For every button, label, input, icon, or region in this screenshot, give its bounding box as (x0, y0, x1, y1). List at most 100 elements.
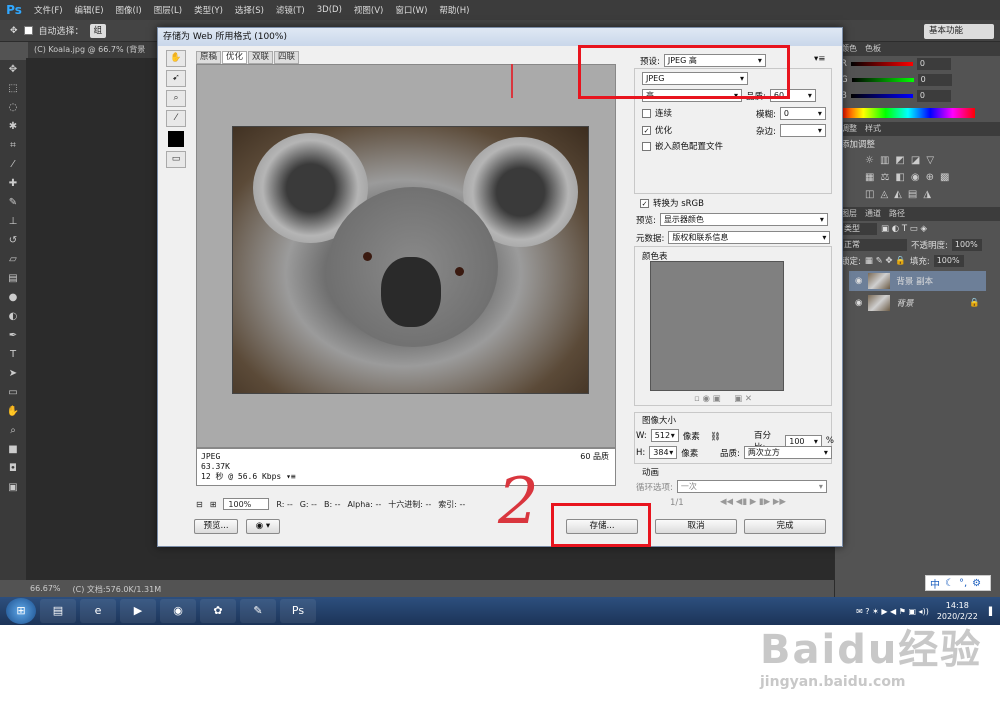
invert-icon[interactable]: ◫ (865, 189, 874, 200)
slice-select-icon[interactable]: ➹ (166, 70, 186, 87)
menu-edit[interactable]: 编辑(E) (69, 4, 110, 16)
move-icon[interactable]: ✥ (0, 60, 26, 79)
photoshop-taskbar-icon[interactable]: Ps (280, 599, 316, 623)
clock[interactable]: 14:18 2020/2/22 (937, 600, 978, 622)
tab-optimized[interactable]: 优化 (222, 51, 248, 64)
exposure-icon[interactable]: ◪ (911, 155, 920, 166)
levels-icon[interactable]: ▥ (880, 155, 889, 166)
healing-icon[interactable]: ✚ (0, 174, 26, 193)
optimized-checkbox[interactable]: ✓ (642, 125, 651, 135)
tab-2up[interactable]: 双联 (248, 51, 274, 64)
tab-styles[interactable]: 样式 (865, 122, 881, 136)
eraser-icon[interactable]: ▱ (0, 250, 26, 269)
zoom-out-icon[interactable]: ⊟ (196, 500, 203, 509)
preview-color-dropdown[interactable]: 显示器颜色 (659, 213, 828, 226)
tab-layers[interactable]: 图层 (841, 207, 857, 221)
tab-color[interactable]: 颜色 (841, 42, 857, 56)
layer-item[interactable]: ◉ 背景 副本 (849, 271, 986, 291)
posterize-icon[interactable]: ◬ (880, 189, 888, 200)
resample-dropdown[interactable]: 两次立方 (743, 446, 832, 459)
brightness-icon[interactable]: ☼ (865, 155, 874, 166)
r-value[interactable]: 0 (916, 58, 951, 70)
photo-filter-icon[interactable]: ◉ (911, 172, 920, 183)
g-value[interactable]: 0 (917, 74, 952, 86)
history-brush-icon[interactable]: ↺ (0, 231, 26, 250)
color-swatch-icon[interactable]: ■ (0, 440, 26, 459)
paint-icon[interactable]: ✿ (200, 599, 236, 623)
blur-input[interactable]: 0 (779, 107, 826, 120)
width-input[interactable]: 512 (650, 429, 679, 442)
matte-dropdown[interactable] (779, 124, 826, 137)
toggle-slices-icon[interactable]: ▭ (166, 151, 186, 168)
color-spectrum[interactable] (841, 108, 975, 118)
lookup-icon[interactable]: ▩ (940, 172, 949, 183)
menu-view[interactable]: 视图(V) (348, 4, 389, 16)
eyedropper-icon[interactable]: ⁄ (166, 110, 186, 127)
marquee-icon[interactable]: ⬚ (0, 79, 26, 98)
blend-mode-dropdown[interactable]: 正常 (841, 239, 907, 251)
lock-icons[interactable]: ▦ ✎ ✥ 🔒 (865, 256, 906, 266)
eyedropper-icon[interactable]: ⁄ (0, 155, 26, 174)
browser-select-button[interactable]: ◉ ▾ (246, 519, 280, 534)
gradient-icon[interactable]: ▤ (0, 269, 26, 288)
menu-layer[interactable]: 图层(L) (148, 4, 188, 16)
tab-swatches[interactable]: 色板 (865, 42, 881, 56)
punct-icon[interactable]: °, (959, 578, 967, 589)
magic-wand-icon[interactable]: ✱ (0, 117, 26, 136)
pen-icon[interactable]: ✒ (0, 326, 26, 345)
height-input[interactable]: 384 (649, 446, 678, 459)
convert-srgb-checkbox[interactable]: ✓ (640, 198, 649, 208)
zoom-icon[interactable]: ⌕ (0, 421, 26, 440)
zoom-level[interactable]: 66.67% (30, 584, 61, 596)
color-table-tools[interactable]: ▫ ◉ ▣ ▣ ✕ (694, 394, 752, 404)
zoom-dropdown[interactable]: 100% (223, 498, 270, 510)
link-icon[interactable]: ⛓ (710, 432, 721, 442)
lasso-icon[interactable]: ◌ (0, 98, 26, 117)
tray-icons[interactable]: ✉ ? ✶ ▶ ◀ ⚑ ▣ ◂)) (856, 607, 929, 616)
b-value[interactable]: 0 (916, 90, 951, 102)
balance-icon[interactable]: ⚖ (880, 172, 889, 183)
filter-icons[interactable]: ▣ ◐ T ▭ ◈ (881, 224, 927, 234)
tab-paths[interactable]: 路径 (889, 207, 905, 221)
auto-select-dropdown[interactable]: 组 (89, 23, 107, 38)
hand-icon[interactable]: ✋ (0, 402, 26, 421)
threshold-icon[interactable]: ◭ (894, 189, 902, 200)
start-button[interactable]: ⊞ (6, 598, 36, 624)
move-tool-icon[interactable]: ✥ (10, 26, 18, 36)
menu-type[interactable]: 类型(Y) (188, 4, 229, 16)
shape-icon[interactable]: ▭ (0, 383, 26, 402)
b-slider[interactable] (850, 94, 913, 98)
paint-brush-icon[interactable]: ✎ (240, 599, 276, 623)
document-tab[interactable]: (C) Koala.jpg @ 66.7% (背景 副... (28, 42, 158, 70)
progressive-checkbox[interactable] (642, 108, 651, 118)
tab-adjustments[interactable]: 调整 (841, 122, 857, 136)
eye-icon[interactable]: ◉ (855, 276, 862, 286)
optimize-menu-icon[interactable]: ▾≡ (814, 54, 825, 64)
curves-icon[interactable]: ◩ (895, 155, 904, 166)
ime-toolbar[interactable]: 中 ☾ °, ⚙ (925, 575, 991, 591)
gear-icon[interactable]: ⚙ (972, 578, 981, 589)
kind-filter-dropdown[interactable]: 类型 (841, 223, 877, 235)
zoom-in-icon[interactable]: ⊞ (210, 500, 217, 509)
preview-button[interactable]: 预览... (194, 519, 238, 534)
selective-color-icon[interactable]: ◮ (923, 189, 931, 200)
gradient-map-icon[interactable]: ▤ (908, 189, 917, 200)
metadata-dropdown[interactable]: 版权和联系信息 (668, 231, 831, 244)
color-table[interactable] (650, 261, 784, 391)
crop-icon[interactable]: ⌗ (0, 136, 26, 155)
tab-4up[interactable]: 四联 (274, 51, 300, 64)
blur-icon[interactable]: ● (0, 288, 26, 307)
moon-icon[interactable]: ☾ (945, 578, 954, 589)
preview-area[interactable] (196, 64, 616, 448)
menu-window[interactable]: 窗口(W) (389, 4, 433, 16)
info-menu-icon[interactable]: ▾≡ (286, 472, 296, 481)
hand-icon[interactable]: ✋ (166, 50, 186, 67)
eyedropper-color-swatch[interactable] (168, 131, 184, 147)
menu-select[interactable]: 选择(S) (229, 4, 270, 16)
media-player-icon[interactable]: ▶ (120, 599, 156, 623)
quick-mask-icon[interactable]: ◘ (0, 459, 26, 478)
channel-mixer-icon[interactable]: ⊕ (926, 172, 934, 183)
g-slider[interactable] (851, 78, 914, 82)
path-select-icon[interactable]: ➤ (0, 364, 26, 383)
ie-icon[interactable]: e (80, 599, 116, 623)
